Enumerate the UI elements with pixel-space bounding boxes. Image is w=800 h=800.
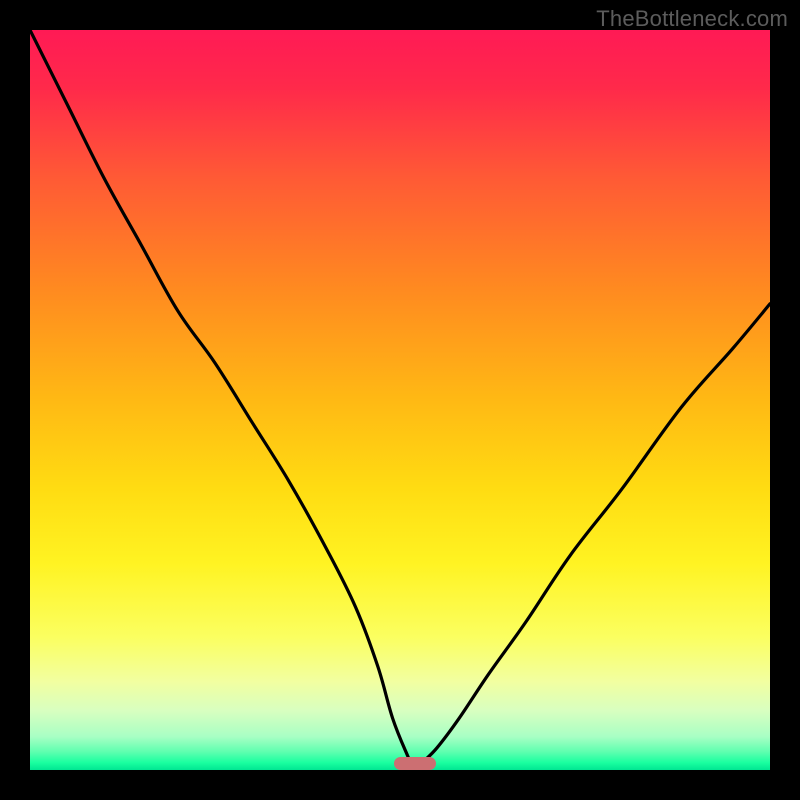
bottleneck-curve — [30, 30, 770, 770]
optimal-balance-marker — [394, 757, 436, 770]
chart-frame: TheBottleneck.com — [0, 0, 800, 800]
plot-area — [30, 30, 770, 770]
attribution-text: TheBottleneck.com — [596, 6, 788, 32]
